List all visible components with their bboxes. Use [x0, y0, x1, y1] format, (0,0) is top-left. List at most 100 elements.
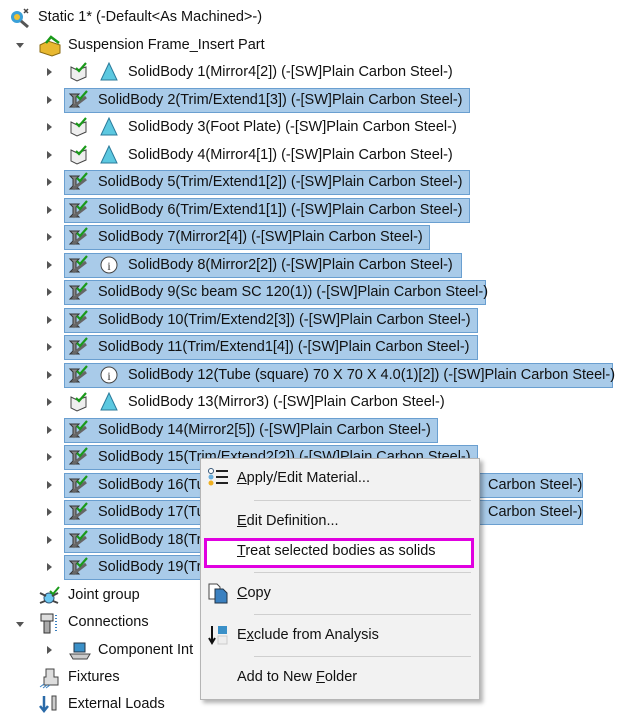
- beam-icon: [68, 199, 90, 220]
- beam-icon: [68, 254, 90, 275]
- beam-icon: [68, 282, 90, 302]
- menu-separator: [254, 614, 471, 615]
- tree-solid-body[interactable]: SolidBody 3(Foot Plate) (-[SW]Plain Carb…: [68, 114, 457, 140]
- context-menu: Apply/Edit Material... Edit Definition...…: [200, 458, 480, 700]
- expand-arrow[interactable]: [47, 398, 52, 406]
- tree-solid-body[interactable]: SolidBody 10(Trim/Extend2[3]) (-[SW]Plai…: [68, 307, 471, 333]
- expand-arrow[interactable]: [47, 508, 52, 516]
- solid-body-label: SolidBody 1(Mirror4[2]) (-[SW]Plain Carb…: [128, 64, 453, 80]
- component-interaction-icon: [68, 640, 91, 660]
- tree-part[interactable]: Suspension Frame_Insert Part: [38, 32, 265, 58]
- menu-item[interactable]: Copy: [237, 583, 271, 603]
- solid-body-label: SolidBody 7(Mirror2[4]) (-[SW]Plain Carb…: [98, 229, 423, 245]
- tree-solid-body[interactable]: SolidBody 7(Mirror2[4]) (-[SW]Plain Carb…: [68, 224, 423, 250]
- beam-icon: [68, 309, 90, 330]
- tree-solid-body[interactable]: SolidBody 14(Mirror2[5]) (-[SW]Plain Car…: [68, 417, 431, 443]
- expand-arrow[interactable]: [47, 68, 52, 76]
- menu-separator: [254, 656, 471, 657]
- menu-item[interactable]: Add to New Folder: [237, 667, 357, 687]
- expand-arrow[interactable]: [47, 95, 52, 104]
- beam-icon: [68, 172, 90, 192]
- tree-solid-body[interactable]: i SolidBody 8(Mirror2[2]) (-[SW]Plain Car…: [68, 252, 453, 278]
- solid-body-icon: [68, 392, 90, 412]
- fixtures-icon: [38, 667, 60, 689]
- material-list-icon: [207, 467, 229, 491]
- solid-body-label: SolidBody 11(Trim/Extend1[4]) (-[SW]Plai…: [98, 339, 470, 355]
- tree-solid-body[interactable]: SolidBody 13(Mirror3) (-[SW]Plain Carbon…: [68, 389, 445, 415]
- beam-icon: [68, 419, 90, 440]
- joint-group-icon: [38, 585, 60, 605]
- tree-solid-body[interactable]: SolidBody 17(Tu: [68, 499, 205, 525]
- collapse-arrow[interactable]: [16, 622, 24, 627]
- tree-root-static-study[interactable]: Static 1* (-Default<As Machined>-): [8, 4, 262, 30]
- solid-body-label: SolidBody 19(Tr: [98, 559, 202, 575]
- solid-body-label: SolidBody 9(Sc beam SC 120(1)) (-[SW]Pla…: [98, 284, 489, 300]
- expand-arrow[interactable]: [47, 646, 52, 654]
- copy-icon: [207, 582, 229, 608]
- expand-arrow[interactable]: [47, 535, 52, 544]
- tree-solid-body[interactable]: i SolidBody 12(Tube (square) 70 X 70 X 4.…: [68, 362, 615, 388]
- expand-arrow[interactable]: [47, 315, 52, 324]
- exclude-icon: [207, 624, 229, 650]
- solid-body-icon: [68, 117, 90, 137]
- expand-arrow[interactable]: [47, 288, 52, 296]
- expand-arrow[interactable]: [47, 480, 52, 489]
- beam-icon: [68, 474, 90, 495]
- tree-solid-body[interactable]: SolidBody 2(Trim/Extend1[3]) (-[SW]Plain…: [68, 87, 463, 113]
- tree-external-loads[interactable]: External Loads: [38, 691, 165, 717]
- tree-solid-body[interactable]: SolidBody 4(Mirror4[1]) (-[SW]Plain Carb…: [68, 142, 453, 168]
- part-icon: [38, 35, 61, 57]
- solid-body-label: SolidBody 2(Trim/Extend1[3]) (-[SW]Plain…: [98, 91, 463, 108]
- solid-body-icon: [68, 144, 90, 165]
- solid-body-label-tail: Carbon Steel-): [488, 476, 583, 493]
- solid-body-label: SolidBody 8(Mirror2[2]) (-[SW]Plain Carb…: [128, 256, 453, 273]
- tree-solid-body[interactable]: SolidBody 19(Tr: [68, 554, 201, 580]
- beam-icon: [68, 89, 90, 110]
- solid-body-label: SolidBody 12(Tube (square) 70 X 70 X 4.0…: [128, 366, 616, 383]
- menu-item[interactable]: Exclude from Analysis: [237, 625, 379, 645]
- collapse-arrow[interactable]: [16, 43, 24, 48]
- tree-connections[interactable]: Connections: [38, 609, 149, 635]
- expand-arrow[interactable]: [47, 150, 52, 159]
- tree-solid-body[interactable]: SolidBody 11(Trim/Extend1[4]) (-[SW]Plai…: [68, 334, 470, 360]
- solid-body-label: SolidBody 3(Foot Plate) (-[SW]Plain Carb…: [128, 119, 457, 135]
- solid-body-icon: [68, 62, 90, 82]
- tree-component-interaction[interactable]: Component Int: [68, 637, 193, 663]
- menu-item[interactable]: Apply/Edit Material...: [237, 468, 370, 488]
- beam-icon: [68, 502, 90, 522]
- tree-solid-body[interactable]: SolidBody 9(Sc beam SC 120(1)) (-[SW]Pla…: [68, 279, 488, 305]
- beam-icon: [68, 447, 90, 467]
- solid-body-label-tail: Carbon Steel-): [488, 504, 583, 520]
- expand-arrow[interactable]: [47, 343, 52, 351]
- solid-body-label: SolidBody 4(Mirror4[1]) (-[SW]Plain Carb…: [128, 146, 453, 163]
- tree-solid-body[interactable]: SolidBody 18(Tr: [68, 527, 201, 553]
- solid-body-label: SolidBody 18(Tr: [98, 531, 202, 548]
- tree-joint-group[interactable]: Joint group: [38, 582, 140, 608]
- tree-fixtures[interactable]: Fixtures: [38, 664, 120, 690]
- tree-solid-body[interactable]: SolidBody 16(Tu: [68, 472, 205, 498]
- solid-body-label: SolidBody 10(Trim/Extend2[3]) (-[SW]Plai…: [98, 311, 471, 328]
- expand-arrow[interactable]: [47, 233, 52, 241]
- body-shape-icon: [98, 61, 120, 82]
- menu-separator: [254, 500, 471, 501]
- menu-item[interactable]: Edit Definition...: [237, 511, 339, 531]
- expand-arrow[interactable]: [47, 260, 52, 269]
- expand-arrow[interactable]: [47, 453, 52, 461]
- expand-arrow[interactable]: [47, 563, 52, 571]
- beam-icon: [68, 227, 90, 247]
- expand-arrow[interactable]: [47, 425, 52, 434]
- solid-body-label: SolidBody 17(Tu: [98, 504, 205, 520]
- info-icon: i: [98, 255, 120, 275]
- tree-solid-body[interactable]: SolidBody 6(Trim/Extend1[1]) (-[SW]Plain…: [68, 197, 463, 223]
- expand-arrow[interactable]: [47, 205, 52, 214]
- connections-bolt-icon: [38, 612, 60, 634]
- tree-solid-body[interactable]: SolidBody 1(Mirror4[2]) (-[SW]Plain Carb…: [68, 59, 453, 85]
- menu-item[interactable]: Treat selected bodies as solids: [237, 541, 436, 561]
- expand-arrow[interactable]: [47, 123, 52, 131]
- expand-arrow[interactable]: [47, 178, 52, 186]
- expand-arrow[interactable]: [47, 370, 52, 379]
- solid-body-label: SolidBody 13(Mirror3) (-[SW]Plain Carbon…: [128, 394, 445, 410]
- tree-solid-body[interactable]: SolidBody 5(Trim/Extend1[2]) (-[SW]Plain…: [68, 169, 463, 195]
- beam-icon: [68, 529, 90, 550]
- solid-body-label: SolidBody 14(Mirror2[5]) (-[SW]Plain Car…: [98, 421, 431, 438]
